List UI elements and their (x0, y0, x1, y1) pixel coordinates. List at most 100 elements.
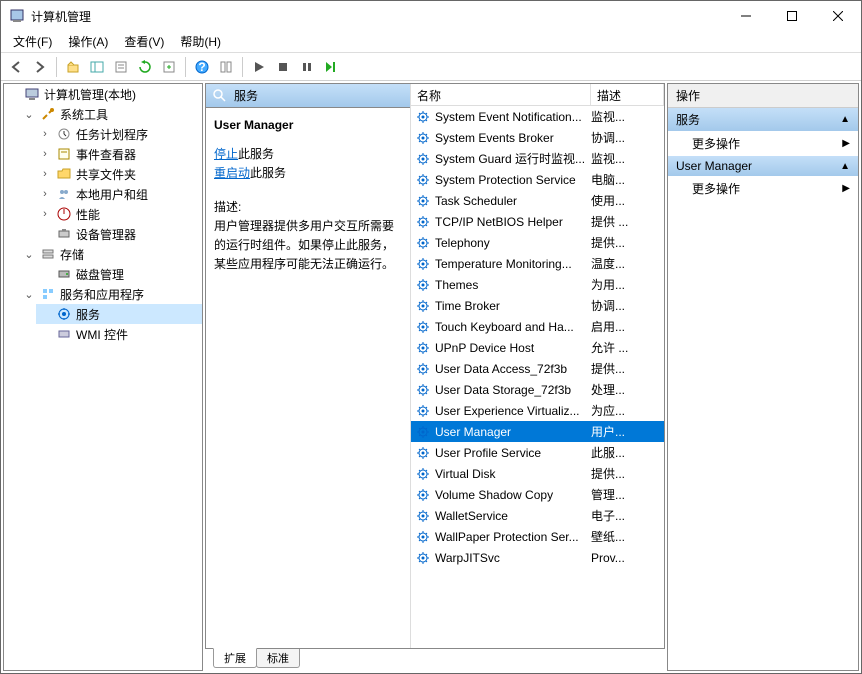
service-row[interactable]: Themes为用... (411, 274, 664, 295)
center-header-title: 服务 (234, 87, 258, 104)
up-button[interactable] (62, 56, 84, 78)
tree-services-apps[interactable]: ⌄ 服务和应用程序 (20, 284, 202, 304)
service-row[interactable]: User Data Access_72f3b提供... (411, 358, 664, 379)
tree-shared-folders[interactable]: ›共享文件夹 (36, 164, 202, 184)
menubar: 文件(F) 操作(A) 查看(V) 帮助(H) (1, 31, 861, 53)
stop-service-link[interactable]: 停止 (214, 147, 238, 161)
collapse-icon[interactable]: ⌄ (22, 108, 36, 121)
service-row[interactable]: TCP/IP NetBIOS Helper提供 ... (411, 211, 664, 232)
service-row[interactable]: Volume Shadow Copy管理... (411, 484, 664, 505)
restart-service-link[interactable]: 重启动 (214, 166, 250, 180)
pause-service-button[interactable] (296, 56, 318, 78)
menu-help[interactable]: 帮助(H) (172, 31, 229, 52)
collapse-icon[interactable]: ⌄ (22, 248, 36, 261)
service-desc: 用户... (591, 423, 664, 440)
tree-system-tools[interactable]: ⌄ 系统工具 (20, 104, 202, 124)
tree-disk-mgmt[interactable]: 磁盘管理 (36, 264, 202, 284)
tab-standard[interactable]: 标准 (256, 649, 300, 668)
tree-performance[interactable]: ›性能 (36, 204, 202, 224)
service-row[interactable]: Time Broker协调... (411, 295, 664, 316)
service-row[interactable]: System Event Notification...监视... (411, 106, 664, 127)
collapse-icon[interactable]: ⌄ (22, 288, 36, 301)
action-more-services[interactable]: 更多操作 ▶ (668, 131, 858, 156)
detail-column: 服务 User Manager 停止此服务 重启动此服务 描述: 用户管理器提供… (206, 84, 411, 648)
tree-root[interactable]: 计算机管理(本地) (4, 84, 202, 104)
column-name[interactable]: 名称 (411, 84, 591, 105)
service-row[interactable]: Task Scheduler使用... (411, 190, 664, 211)
action-section-title[interactable]: User Manager ▲ (668, 156, 858, 176)
service-row[interactable]: Virtual Disk提供... (411, 463, 664, 484)
menu-action[interactable]: 操作(A) (60, 31, 116, 52)
app-icon (9, 8, 25, 24)
service-row[interactable]: WalletService电子... (411, 505, 664, 526)
service-row[interactable]: WarpJITSvcProv... (411, 547, 664, 568)
tree-event-viewer[interactable]: ›事件查看器 (36, 144, 202, 164)
tree-device-manager[interactable]: 设备管理器 (36, 224, 202, 244)
tree-storage[interactable]: ⌄ 存储 (20, 244, 202, 264)
expand-icon[interactable]: › (38, 208, 52, 220)
expand-icon[interactable]: › (38, 168, 52, 180)
expand-icon[interactable]: › (38, 188, 52, 200)
back-button[interactable] (5, 56, 27, 78)
tab-extended[interactable]: 扩展 (213, 648, 257, 668)
service-name: Telephony (435, 236, 591, 250)
list-body[interactable]: System Event Notification...监视...System … (411, 106, 664, 648)
show-hide-tree-button[interactable] (86, 56, 108, 78)
app-window: 计算机管理 文件(F) 操作(A) 查看(V) 帮助(H) ? (0, 0, 862, 674)
maximize-button[interactable] (769, 1, 815, 31)
tree-label: 服务和应用程序 (60, 286, 144, 303)
action-more-usermanager[interactable]: 更多操作 ▶ (668, 176, 858, 201)
forward-button[interactable] (29, 56, 51, 78)
search-icon (212, 88, 228, 104)
column-desc[interactable]: 描述 (591, 84, 664, 105)
action-section-title[interactable]: 服务 ▲ (668, 108, 858, 131)
service-row[interactable]: System Protection Service电脑... (411, 169, 664, 190)
service-desc: 此服... (591, 444, 664, 461)
restart-service-button[interactable] (320, 56, 342, 78)
restart-suffix: 此服务 (250, 166, 286, 180)
gear-icon (415, 550, 431, 566)
actions-pane: 操作 服务 ▲ 更多操作 ▶ User Manager ▲ 更多操作 ▶ (667, 83, 859, 671)
service-row[interactable]: User Experience Virtualiz...为应... (411, 400, 664, 421)
service-row[interactable]: User Manager用户... (411, 421, 664, 442)
service-name: User Profile Service (435, 446, 591, 460)
close-button[interactable] (815, 1, 861, 31)
service-row[interactable]: Touch Keyboard and Ha...启用... (411, 316, 664, 337)
tree-task-scheduler[interactable]: ›任务计划程序 (36, 124, 202, 144)
expand-icon[interactable]: › (38, 148, 52, 160)
stop-service-button[interactable] (272, 56, 294, 78)
service-row[interactable]: User Profile Service此服... (411, 442, 664, 463)
tree-local-users[interactable]: ›本地用户和组 (36, 184, 202, 204)
tools-icon (40, 106, 56, 122)
users-icon (56, 186, 72, 202)
gear-icon (415, 319, 431, 335)
service-row[interactable]: System Guard 运行时监视...监视... (411, 148, 664, 169)
toolbar-separator (242, 57, 243, 77)
service-row[interactable]: User Data Storage_72f3b处理... (411, 379, 664, 400)
refresh-button[interactable] (134, 56, 156, 78)
action-item-label: 更多操作 (692, 135, 740, 152)
service-desc: 监视... (591, 108, 664, 125)
center-tabs: 扩展 标准 (205, 649, 665, 671)
tree-wmi[interactable]: WMI 控件 (36, 324, 202, 344)
service-row[interactable]: System Events Broker协调... (411, 127, 664, 148)
menu-view[interactable]: 查看(V) (116, 31, 172, 52)
service-row[interactable]: Telephony提供... (411, 232, 664, 253)
list-header: 名称 描述 (411, 84, 664, 106)
gear-icon (415, 130, 431, 146)
performance-icon (56, 206, 72, 222)
start-service-button[interactable] (248, 56, 270, 78)
service-name: System Protection Service (435, 173, 591, 187)
expand-icon[interactable]: › (38, 128, 52, 140)
service-row[interactable]: UPnP Device Host允许 ... (411, 337, 664, 358)
tree-pane[interactable]: 计算机管理(本地) ⌄ 系统工具 ›任务计划程序 ›事件查看器 ›共享文件夹 ›… (3, 83, 203, 671)
columns-button[interactable] (215, 56, 237, 78)
help-button[interactable]: ? (191, 56, 213, 78)
service-row[interactable]: Temperature Monitoring...温度... (411, 253, 664, 274)
properties-button[interactable] (110, 56, 132, 78)
export-button[interactable] (158, 56, 180, 78)
tree-services[interactable]: 服务 (36, 304, 202, 324)
service-row[interactable]: WallPaper Protection Ser...壁纸... (411, 526, 664, 547)
menu-file[interactable]: 文件(F) (5, 31, 60, 52)
minimize-button[interactable] (723, 1, 769, 31)
